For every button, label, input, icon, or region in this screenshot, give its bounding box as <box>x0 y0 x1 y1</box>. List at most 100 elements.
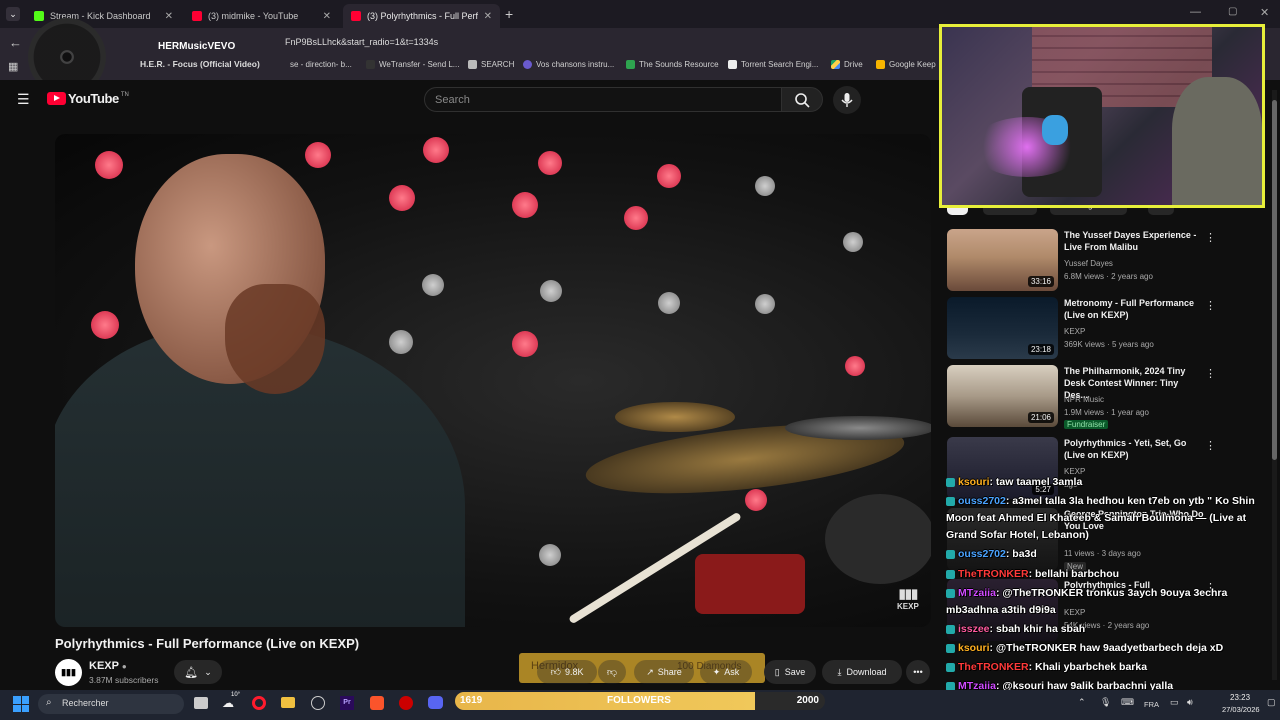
dislike-button[interactable]: 👎︎ <box>598 660 626 684</box>
cymbal <box>615 402 735 432</box>
ask-button[interactable]: ✦ Ask <box>700 660 752 684</box>
brave-icon[interactable] <box>370 696 384 710</box>
chat-text: : sbah khir ha sbah <box>989 623 1086 635</box>
new-tab-button[interactable]: + <box>505 6 513 22</box>
drum-kit <box>825 494 931 584</box>
clock-date[interactable]: 27/03/2026 <box>1222 705 1260 714</box>
close-tab-icon[interactable]: ✕ <box>484 11 492 22</box>
close-tab-icon[interactable]: ✕ <box>323 11 331 22</box>
chat-text: mb3adhna a3tih d9i9a <box>946 604 1056 616</box>
share-button[interactable]: ↗ Share <box>634 660 694 684</box>
bokeh-light-white <box>422 274 444 296</box>
chat-username: ouss2702 <box>958 495 1006 507</box>
chat-message: mb3adhna a3tih d9i9a <box>946 604 1056 616</box>
taskbar-search-box[interactable]: ⌕ Rechercher <box>38 694 184 714</box>
bookmark-search[interactable]: SEARCH <box>468 60 514 69</box>
scrollbar[interactable] <box>1272 90 1277 680</box>
microphone <box>1042 115 1068 145</box>
recommended-video[interactable]: 5:27 Polyrhythmics - Yeti, Set, Go (Live… <box>947 437 1267 501</box>
bookmark-label: The Sounds Resource <box>639 60 719 69</box>
chat-username: ksouri <box>958 476 990 488</box>
channel-name: Yussef Dayes <box>1064 259 1113 268</box>
bookmark-label: Drive <box>844 60 863 69</box>
more-vertical-icon[interactable]: ⋮ <box>1205 231 1216 244</box>
clock-time[interactable]: 23:23 <box>1230 693 1250 702</box>
close-window-icon[interactable]: ✕ <box>1260 6 1269 19</box>
mic-tray-icon[interactable]: 🎙︎ <box>1100 697 1111 708</box>
back-arrow-icon[interactable]: ← <box>9 35 22 50</box>
volume-icon[interactable]: 🔊︎ <box>1187 697 1193 708</box>
tab-list-chevron-icon[interactable]: ⌄ <box>6 7 20 21</box>
bookmark-wetransfer[interactable]: WeTransfer - Send L... <box>366 60 459 69</box>
address-bar[interactable]: FnP9BsLLhck&start_radio=1&t=1334s <box>285 34 925 52</box>
chat-message: TheTRONKER: Khali ybarbchek barka <box>946 661 1147 673</box>
more-vertical-icon[interactable]: ⋮ <box>1205 367 1216 380</box>
tab-polyrhythmics[interactable]: (3) Polyrhythmics - Full Perf ✕ <box>343 4 500 28</box>
download-icon: ⤓ <box>837 666 842 677</box>
hamburger-menu-icon[interactable]: ☰ <box>17 91 30 108</box>
opera-icon[interactable] <box>252 696 266 710</box>
keyboard-tray-icon[interactable]: ⌨ <box>1121 697 1134 708</box>
task-view-icon[interactable] <box>194 697 208 709</box>
more-actions-button[interactable]: ••• <box>906 660 930 684</box>
followers-progress-fill <box>455 692 755 710</box>
windows-start-icon[interactable] <box>13 696 29 712</box>
tab-midmike-youtube[interactable]: (3) midmike - YouTube ✕ <box>184 4 339 28</box>
close-tab-icon[interactable]: ✕ <box>165 11 173 22</box>
channel-avatar[interactable]: ▮▮▮ <box>55 659 82 686</box>
bookmark-torrent[interactable]: Torrent Search Engi... <box>728 60 818 69</box>
more-vertical-icon[interactable]: ⋮ <box>1205 299 1216 312</box>
url-text: FnP9BsLLhck&start_radio=1&t=1334s <box>285 37 439 47</box>
scrollbar-thumb[interactable] <box>1272 100 1277 460</box>
recommended-video[interactable]: 21:06 The Philharmonik, 2024 Tiny Desk C… <box>947 365 1267 429</box>
more-vertical-icon[interactable]: ⋮ <box>1205 439 1216 452</box>
recommended-video[interactable]: 23:18 Metronomy - Full Performance (Live… <box>947 297 1267 361</box>
channel-name[interactable]: KEXP ● <box>89 660 127 672</box>
chevron-down-icon: ⌄ <box>204 666 212 677</box>
record-icon[interactable] <box>399 696 413 710</box>
kick-badge-icon <box>946 662 955 672</box>
tab-label: (3) Polyrhythmics - Full Perf <box>367 11 479 21</box>
maximize-window-icon[interactable]: ▢ <box>1228 6 1237 17</box>
youtube-logo[interactable]: YouTube TN <box>47 91 129 106</box>
bokeh-light <box>745 489 767 511</box>
app-icon[interactable] <box>311 696 325 710</box>
video-meta: 369K views · 5 years ago <box>1064 340 1154 349</box>
channel-name: KEXP <box>1064 467 1086 476</box>
thumbs-up-icon: 👍︎ <box>550 667 561 678</box>
chat-text: : bellahi barbchou <box>1028 568 1120 580</box>
weather-icon[interactable]: ☁ <box>222 696 234 710</box>
kick-badge-icon <box>946 549 955 559</box>
kick-badge-icon <box>946 588 955 598</box>
save-button[interactable]: ▯ Save <box>764 660 816 684</box>
minimize-window-icon[interactable]: — <box>1190 6 1201 18</box>
video-player[interactable]: ▮▮▮ KEXP <box>55 134 931 627</box>
apps-grid-icon[interactable]: ▦ <box>8 60 18 73</box>
voice-search-button[interactable] <box>833 86 861 114</box>
bookmark-chansons[interactable]: Vos chansons instru... <box>523 60 614 69</box>
chat-text: : ba3d <box>1005 548 1037 560</box>
like-button[interactable]: 👍︎ 9.8K <box>537 660 597 684</box>
download-button[interactable]: ⤓ Download <box>822 660 902 684</box>
notification-icon[interactable]: ▢ <box>1267 697 1276 708</box>
search-input[interactable]: Search <box>424 87 782 112</box>
chat-text: : Khali ybarbchek barka <box>1028 661 1148 673</box>
bookmark-1[interactable]: se - direction- b... <box>290 60 352 69</box>
search-button[interactable] <box>781 87 823 112</box>
bookmark-label: Vos chansons instru... <box>536 60 615 69</box>
chat-text: Grand Sofar Hotel, Lebanon) <box>946 529 1089 541</box>
bookmark-sounds-resource[interactable]: The Sounds Resource <box>626 60 719 69</box>
subscribe-bell-button[interactable]: 🔔︎ ⌄ <box>174 660 222 684</box>
discord-icon[interactable] <box>428 696 443 709</box>
tray-chevron-icon[interactable]: ⌃ <box>1078 697 1086 708</box>
network-icon[interactable]: ▭ <box>1170 697 1179 708</box>
recommended-video[interactable]: 33:16 The Yussef Dayes Experience - Live… <box>947 229 1267 293</box>
bookmark-drive[interactable]: Drive <box>831 60 863 69</box>
premiere-icon[interactable]: Pr <box>340 696 354 710</box>
bokeh-light <box>423 137 449 163</box>
bookmark-google-keep[interactable]: Google Keep <box>876 60 936 69</box>
language-indicator[interactable]: FRA <box>1144 700 1159 709</box>
bokeh-light-white <box>843 232 863 252</box>
folder-icon[interactable] <box>281 697 295 708</box>
video-thumbnail: 21:06 <box>947 365 1058 427</box>
